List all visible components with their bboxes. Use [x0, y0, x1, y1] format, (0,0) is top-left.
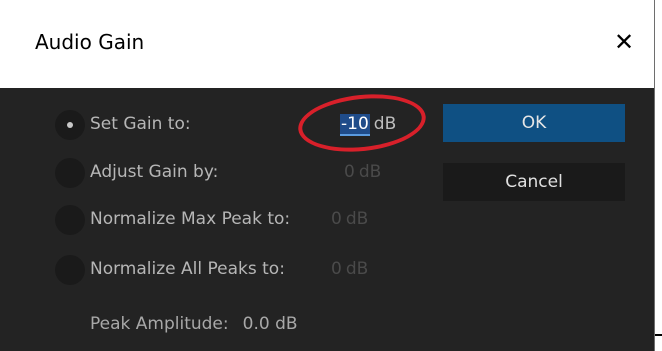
- radio-normalize-all-peaks[interactable]: [55, 255, 85, 285]
- adjust-gain-unit: dB: [358, 162, 382, 182]
- normalize-all-peaks-value[interactable]: 0: [331, 259, 342, 279]
- normalize-all-peaks-unit: dB: [345, 259, 369, 279]
- normalize-all-peaks-input[interactable]: 0 dB: [331, 259, 368, 279]
- normalize-max-peak-unit: dB: [345, 209, 369, 229]
- option-label: Normalize All Peaks to:: [90, 259, 285, 279]
- option-label: Set Gain to:: [90, 114, 191, 134]
- adjust-gain-value[interactable]: 0: [344, 162, 355, 182]
- close-icon[interactable]: ✕: [606, 26, 642, 58]
- dialog-title: Audio Gain: [35, 30, 145, 54]
- peak-amplitude: Peak Amplitude: 0.0 dB: [90, 314, 298, 334]
- option-label: Normalize Max Peak to:: [90, 209, 291, 229]
- option-label: Adjust Gain by:: [90, 162, 219, 182]
- audio-gain-dialog: Audio Gain ✕ Set Gain to: -10 dB Adjust G…: [0, 0, 655, 351]
- normalize-max-peak-value[interactable]: 0: [331, 209, 342, 229]
- peak-amplitude-label: Peak Amplitude:: [90, 314, 229, 334]
- radio-normalize-max-peak[interactable]: [55, 205, 85, 235]
- peak-amplitude-value: 0.0 dB: [242, 314, 298, 334]
- adjust-gain-input[interactable]: 0 dB: [344, 162, 381, 182]
- title-bar: Audio Gain ✕: [0, 0, 654, 88]
- ok-button[interactable]: OK: [443, 104, 625, 142]
- normalize-max-peak-input[interactable]: 0 dB: [331, 209, 368, 229]
- cancel-button[interactable]: Cancel: [443, 163, 625, 201]
- radio-set-gain[interactable]: [55, 110, 85, 140]
- radio-adjust-gain[interactable]: [55, 158, 85, 188]
- edge-mark: [655, 334, 662, 336]
- highlight-circle: [295, 88, 429, 158]
